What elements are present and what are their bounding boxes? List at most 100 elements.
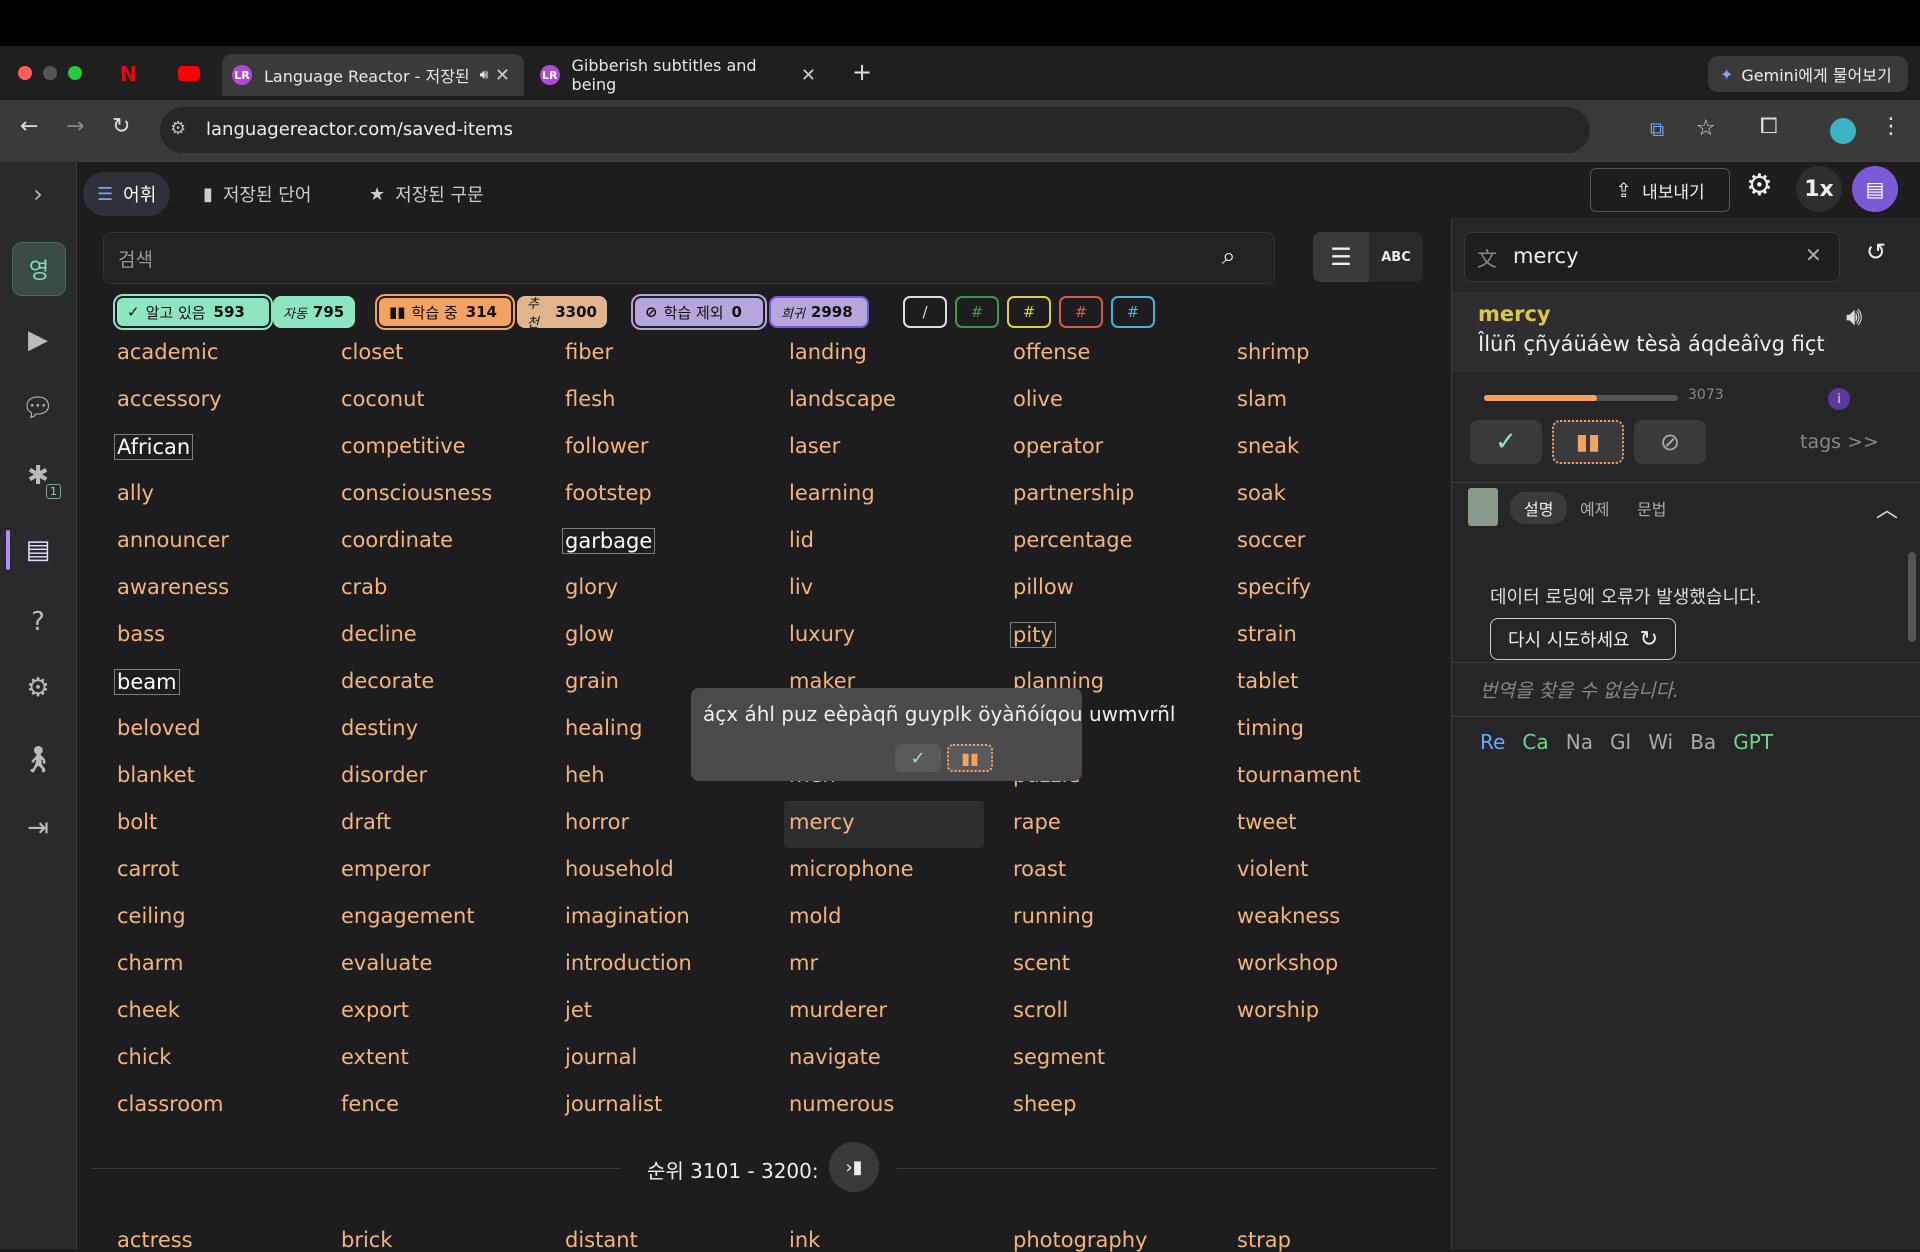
extensions-icon[interactable]: ⧠ [1760,114,1778,139]
tab-grammar[interactable]: 문법 [1637,496,1666,520]
chat-icon[interactable]: 💬︎ [18,388,58,428]
vocab-word[interactable]: imagination [565,904,690,928]
link-gl[interactable]: Gl [1610,730,1631,754]
maximize-window-icon[interactable] [68,66,82,80]
vocab-word[interactable]: offense [1013,340,1090,364]
tag-filter-blue[interactable]: # [1111,296,1155,328]
back-icon[interactable]: ← [20,114,38,139]
vocab-word[interactable]: murderer [789,998,887,1022]
recommended-chip[interactable]: 추천 3300 [517,296,607,331]
vocab-word[interactable]: blanket [117,763,195,787]
vocab-word[interactable]: emperor [341,857,430,881]
mark-learning-button[interactable]: ▮▮ [1552,420,1624,464]
speaker-icon[interactable]: 🔊︎ [1846,302,1862,333]
search-box[interactable]: 검색 ⌕ [103,232,1275,284]
vocab-word[interactable]: landing [789,340,867,364]
mark-excluded-button[interactable]: ⊘ [1634,420,1706,464]
settings-gear-icon[interactable]: ⚙ [1746,168,1773,203]
vocab-word[interactable]: strain [1237,622,1297,646]
vocab-word[interactable]: jet [565,998,592,1022]
close-window-icon[interactable] [18,66,32,80]
collapse-icon[interactable]: ︿ [1876,492,1898,524]
vocab-word[interactable]: household [565,857,674,881]
excluded-chip[interactable]: ⊘ 학습 제외 0 [631,294,767,330]
link-wi[interactable]: Wi [1648,730,1673,754]
tab-saved-phrases[interactable]: ★ 저장된 구문 [355,172,498,216]
speed-button[interactable]: 1x [1796,166,1842,212]
vocab-word[interactable]: rape [1013,810,1061,834]
vocab-word[interactable]: laser [789,434,840,458]
vocab-word[interactable]: beloved [117,716,201,740]
vocab-word[interactable]: soccer [1237,528,1305,552]
vocab-word[interactable]: carrot [117,857,179,881]
vocab-word[interactable]: footstep [565,481,652,505]
vocab-word[interactable]: landscape [789,387,896,411]
vocab-word[interactable]: charm [117,951,183,975]
retry-button[interactable]: 다시 시도하세요 ↻ [1490,618,1676,660]
link-re[interactable]: Re [1480,730,1505,754]
vocab-word[interactable]: consciousness [341,481,492,505]
vocab-word[interactable]: ally [117,481,154,505]
vocab-word[interactable]: cheek [117,998,180,1022]
vocab-word[interactable]: microphone [789,857,914,881]
minimize-window-icon[interactable] [43,66,57,80]
vocab-word[interactable]: disorder [341,763,427,787]
tag-filter-yellow[interactable]: # [1007,296,1051,328]
reload-icon[interactable]: ↻ [112,114,130,139]
vocab-word[interactable]: tablet [1237,669,1298,693]
vocab-word[interactable]: garbage [562,528,656,554]
vocab-word[interactable]: engagement [341,904,475,928]
search-input[interactable]: 검색 [118,245,153,272]
tooltip-learning-button[interactable]: ▮▮ [947,744,993,772]
vocab-word[interactable]: crab [341,575,387,599]
vocab-word[interactable]: healing [565,716,642,740]
vocab-word[interactable]: mercy [789,810,855,834]
tag-filter-slash[interactable]: / [903,296,947,328]
tab-saved-words[interactable]: ▮ 저장된 단어 [189,172,325,216]
close-icon[interactable]: ✕ [801,65,816,86]
vocab-word[interactable]: actress [117,1228,193,1252]
vocab-word[interactable]: journal [565,1045,637,1069]
omnibox[interactable]: ⚙ languagereactor.com/saved-items ⧉ ☆ [160,107,1716,153]
vocab-word[interactable]: evaluate [341,951,432,975]
vocab-word[interactable]: accessory [117,387,222,411]
link-ca[interactable]: Ca [1522,730,1548,754]
auto-chip[interactable]: 자동 795 [273,296,355,328]
history-icon[interactable]: ↺ [1866,238,1886,266]
vocab-word[interactable]: workshop [1237,951,1338,975]
tab-language-reactor[interactable]: LR Language Reactor - 저장된 🔊︎ ✕ [222,54,524,96]
bookmark-star-icon[interactable]: ☆ [1696,116,1716,141]
vocab-word[interactable]: heh [565,763,605,787]
tags-link[interactable]: tags >> [1800,431,1879,453]
vocab-word[interactable]: glory [565,575,618,599]
vocab-word[interactable]: classroom [117,1092,223,1116]
range-learn-button[interactable]: ›▮ [829,1142,879,1192]
vocab-word[interactable]: grain [565,669,619,693]
vocab-word[interactable]: export [341,998,409,1022]
import-icon[interactable]: ⇥ [18,808,58,848]
language-badge[interactable]: 영 [12,242,66,296]
mark-known-button[interactable]: ✓ [1470,420,1542,464]
vocab-word[interactable]: pillow [1013,575,1074,599]
profile-avatar[interactable] [1830,118,1856,144]
learning-chip[interactable]: ▮▮ 학습 중 314 [375,294,515,330]
clear-icon[interactable]: ✕ [1805,243,1822,267]
vocab-word[interactable]: distant [565,1228,638,1252]
vocab-word[interactable]: competitive [341,434,466,458]
vocab-word[interactable]: closet [341,340,403,364]
vocab-word[interactable]: scroll [1013,998,1068,1022]
vocab-word[interactable]: shrimp [1237,340,1310,364]
tag-filter-green[interactable]: # [955,296,999,328]
vocab-word[interactable]: learning [789,481,875,505]
new-tab-button[interactable]: + [852,58,872,86]
vocab-word[interactable]: journalist [565,1092,662,1116]
vocab-word[interactable]: olive [1013,387,1063,411]
vocab-word[interactable]: bolt [117,810,157,834]
install-app-icon[interactable]: ⧉ [1650,117,1664,141]
vocab-word[interactable]: beam [114,669,180,695]
vocab-word[interactable]: academic [117,340,218,364]
site-info-icon[interactable]: ⚙ [170,118,186,139]
tab-examples[interactable]: 예제 [1580,496,1609,520]
search-icon[interactable]: ⌕ [1222,242,1235,270]
vocab-word[interactable]: coordinate [341,528,453,552]
